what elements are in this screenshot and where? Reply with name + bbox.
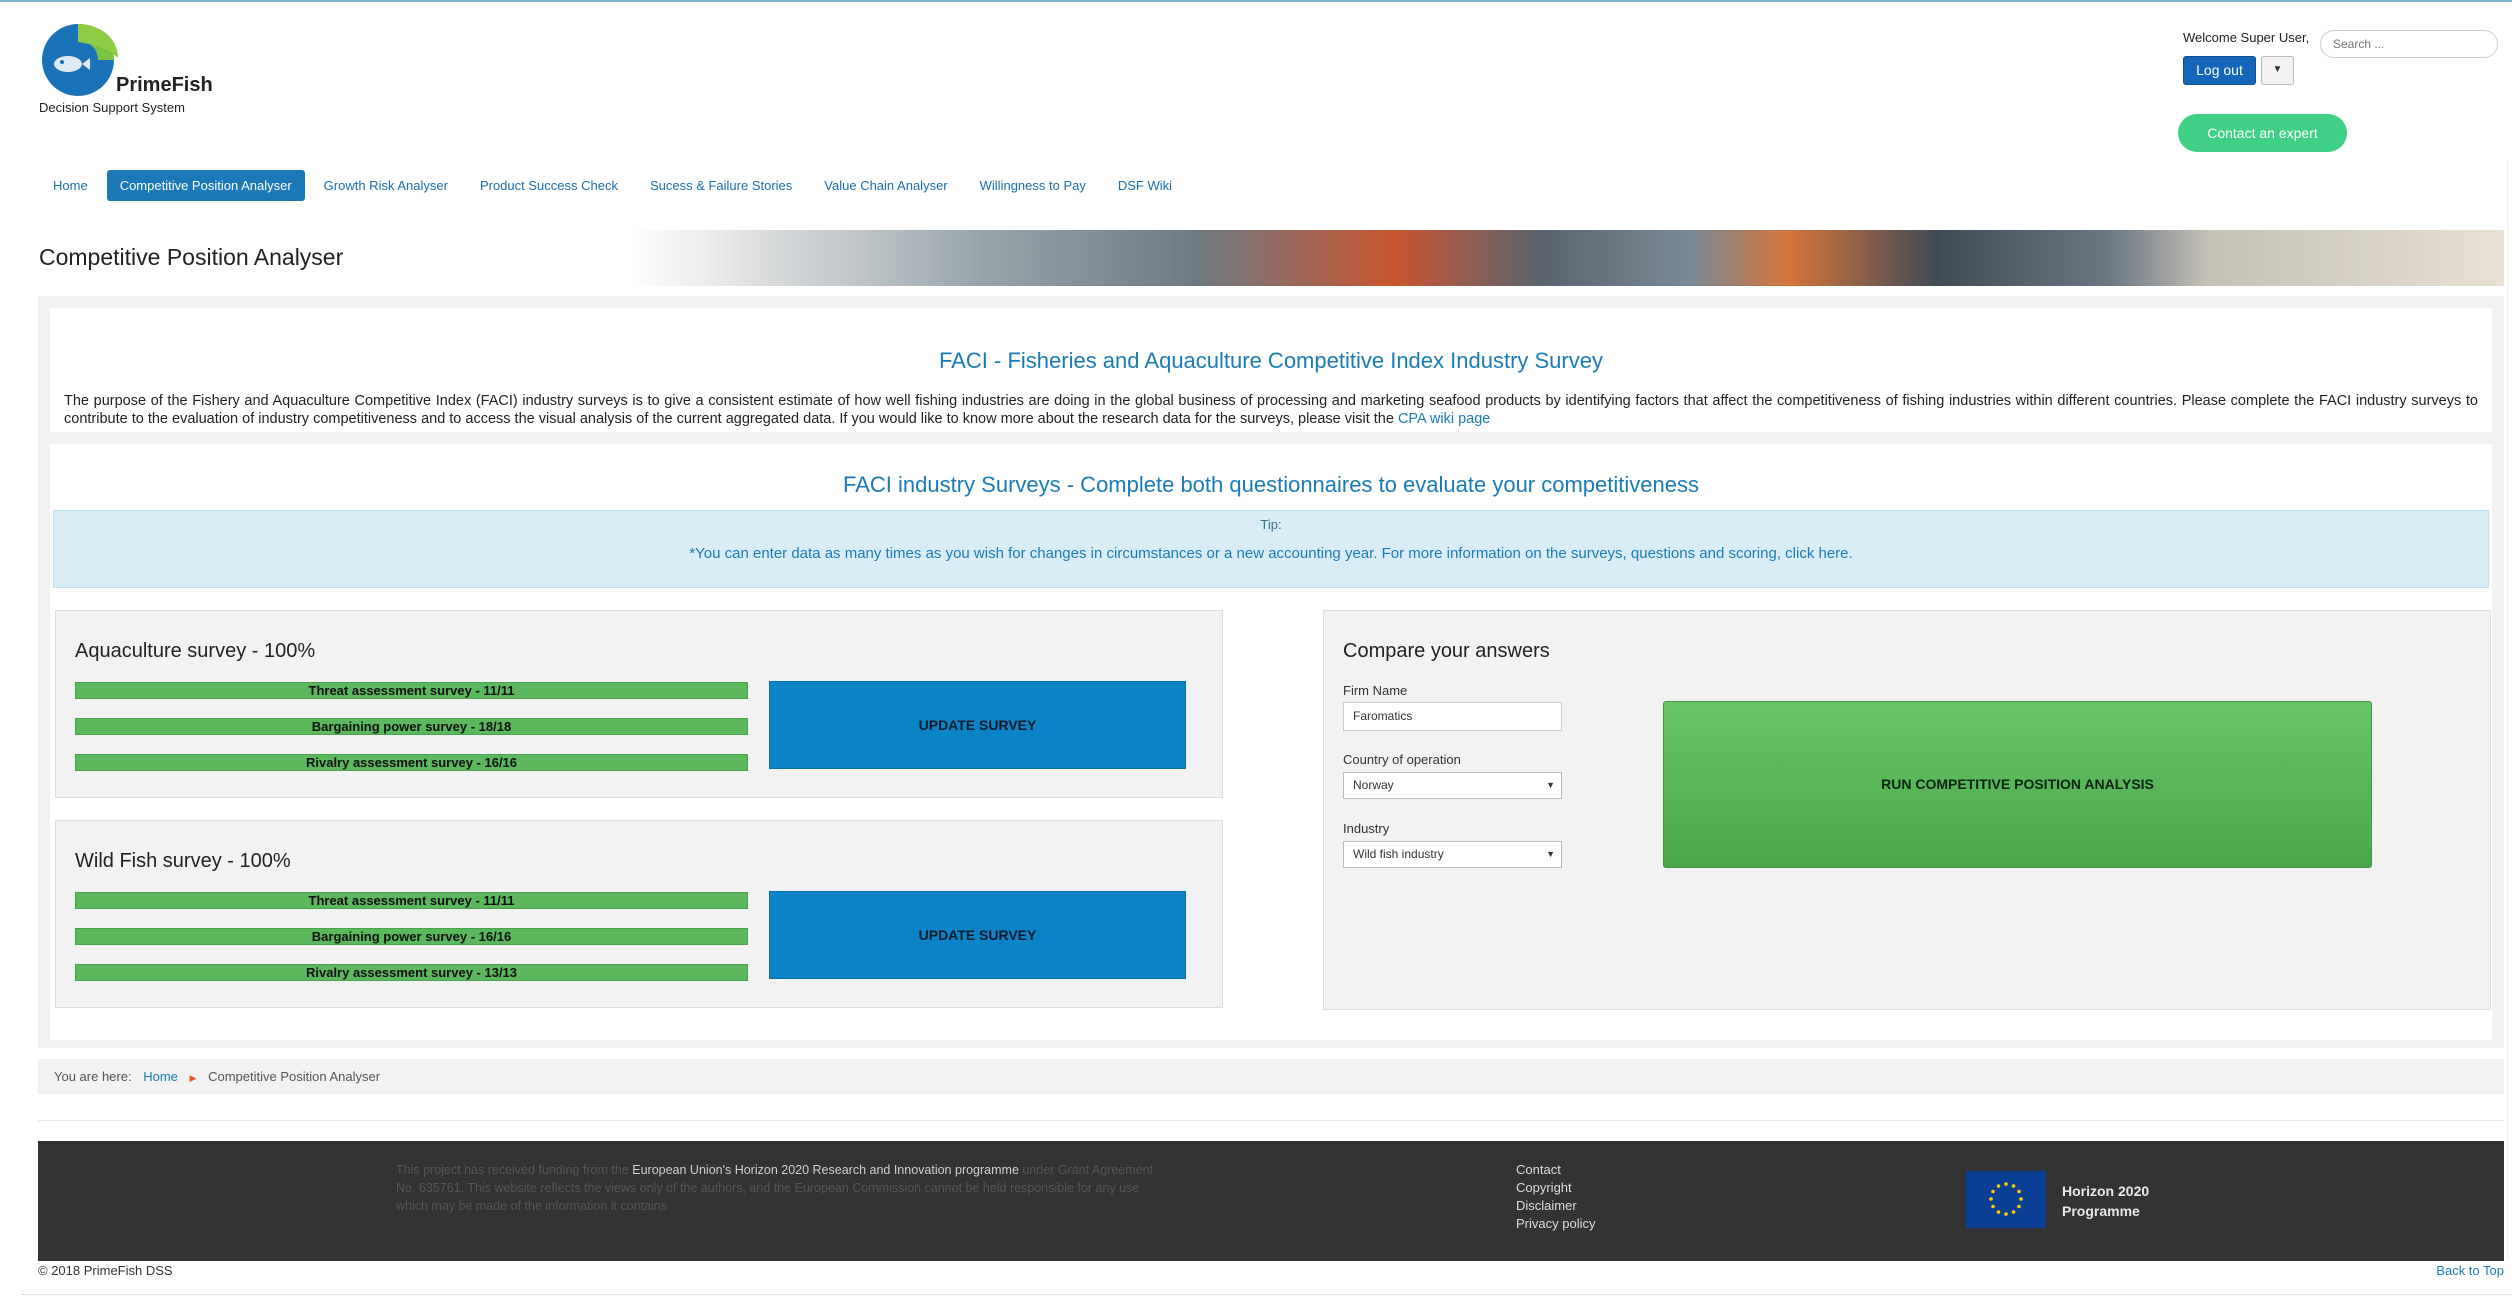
surveys-title: FACI industry Surveys - Complete both qu… bbox=[843, 472, 1699, 497]
faci-description: The purpose of the Fishery and Aquacultu… bbox=[64, 392, 2478, 428]
welcome-text: Welcome Super User, bbox=[2183, 30, 2310, 45]
logo-yin-yang-icon bbox=[42, 24, 118, 96]
page-banner: Competitive Position Analyser bbox=[38, 230, 2504, 286]
surveys-card: FACI industry Surveys - Complete both qu… bbox=[50, 444, 2492, 1040]
compare-title: Compare your answers bbox=[1343, 640, 1550, 662]
nav-willingness-to-pay[interactable]: Willingness to Pay bbox=[967, 170, 1099, 201]
caret-down-icon: ▼ bbox=[2272, 64, 2283, 75]
footer-disclaimer-link[interactable]: Disclaimer bbox=[1516, 1197, 1595, 1215]
logout-button[interactable]: Log out bbox=[2183, 56, 2256, 85]
aquaculture-bargaining-progress: Bargaining power survey - 18/18 bbox=[75, 718, 748, 735]
nav-competitive-position-analyser[interactable]: Competitive Position Analyser bbox=[106, 170, 305, 201]
wildfish-survey-panel: Wild Fish survey - 100% Threat assessmen… bbox=[55, 820, 1223, 1008]
tip-label: Tip: bbox=[1260, 517, 1282, 532]
horizon-line-2: Programme bbox=[2062, 1203, 2140, 1219]
industry-label: Industry bbox=[1343, 821, 1390, 836]
nav-value-chain-analyser[interactable]: Value Chain Analyser bbox=[811, 170, 960, 201]
funding-programme: European Union's Horizon 2020 Research a… bbox=[632, 1163, 1019, 1177]
aquaculture-survey-panel: Aquaculture survey - 100% Threat assessm… bbox=[55, 610, 1223, 798]
user-menu-toggle[interactable]: ▼ bbox=[2261, 56, 2294, 85]
nav-success-failure-stories[interactable]: Sucess & Failure Stories bbox=[637, 170, 805, 201]
tip-box: Tip: *You can enter data as many times a… bbox=[53, 510, 2489, 588]
horizon-line-1: Horizon 2020 bbox=[2062, 1183, 2150, 1199]
wildfish-threat-progress: Threat assessment survey - 11/11 bbox=[75, 892, 748, 909]
contact-expert-button[interactable]: Contact an expert bbox=[2178, 114, 2347, 152]
footer-contact-link[interactable]: Contact bbox=[1516, 1161, 1595, 1179]
horizon-label: Horizon 2020 Programme bbox=[2062, 1181, 2149, 1221]
top-border bbox=[0, 0, 2512, 2]
cpa-wiki-link[interactable]: CPA wiki page bbox=[1398, 411, 1490, 427]
breadcrumb-prefix: You are here: bbox=[54, 1069, 132, 1084]
compare-answers-panel: Compare your answers Firm Name Faromatic… bbox=[1323, 610, 2491, 1010]
footer-links: Contact Copyright Disclaimer Privacy pol… bbox=[1516, 1161, 1595, 1233]
wildfish-update-survey-button[interactable]: UPDATE SURVEY bbox=[769, 891, 1186, 979]
industry-select-value: Wild fish industry bbox=[1353, 847, 1444, 861]
main-nav: Home Competitive Position Analyser Growt… bbox=[40, 170, 1185, 201]
intro-card: FACI - Fisheries and Aquaculture Competi… bbox=[50, 308, 2492, 432]
wildfish-survey-title: Wild Fish survey - 100% bbox=[75, 850, 291, 872]
main-content: FACI - Fisheries and Aquaculture Competi… bbox=[38, 296, 2504, 1048]
footer-privacy-link[interactable]: Privacy policy bbox=[1516, 1215, 1595, 1233]
nav-home[interactable]: Home bbox=[40, 170, 101, 201]
search-input[interactable] bbox=[2320, 30, 2498, 58]
wildfish-bargaining-progress: Bargaining power survey - 16/16 bbox=[75, 928, 748, 945]
nav-product-success-check[interactable]: Product Success Check bbox=[467, 170, 631, 201]
divider bbox=[38, 1120, 2504, 1121]
breadcrumb-separator-icon: ▶ bbox=[189, 1073, 197, 1083]
tip-text[interactable]: *You can enter data as many times as you… bbox=[54, 545, 2488, 562]
primefish-logo[interactable]: PrimeFish Decision Support System bbox=[38, 20, 238, 116]
country-label: Country of operation bbox=[1343, 752, 1461, 767]
country-select[interactable]: Norway ▼ bbox=[1343, 772, 1562, 799]
firm-name-input[interactable]: Faromatics bbox=[1343, 702, 1562, 731]
run-analysis-button[interactable]: RUN COMPETITIVE POSITION ANALYSIS bbox=[1663, 701, 2372, 868]
eu-flag-icon bbox=[1966, 1171, 2046, 1228]
funding-text-1: This project has received funding from t… bbox=[396, 1163, 629, 1177]
breadcrumb-home-link[interactable]: Home bbox=[143, 1069, 178, 1084]
industry-select[interactable]: Wild fish industry ▼ bbox=[1343, 841, 1562, 868]
select-arrow-icon: ▼ bbox=[1546, 780, 1555, 790]
aquaculture-survey-title: Aquaculture survey - 100% bbox=[75, 640, 316, 662]
nav-dsf-wiki[interactable]: DSF Wiki bbox=[1105, 170, 1185, 201]
page-title: Competitive Position Analyser bbox=[39, 244, 344, 270]
brand-subtitle: Decision Support System bbox=[39, 100, 185, 115]
nav-growth-risk-analyser[interactable]: Growth Risk Analyser bbox=[311, 170, 461, 201]
wildfish-rivalry-progress: Rivalry assessment survey - 13/13 bbox=[75, 964, 748, 981]
funding-notice: This project has received funding from t… bbox=[396, 1161, 1156, 1215]
breadcrumb-current: Competitive Position Analyser bbox=[208, 1069, 381, 1084]
faci-description-text: The purpose of the Fishery and Aquacultu… bbox=[64, 393, 2478, 427]
aquaculture-threat-progress: Threat assessment survey - 11/11 bbox=[75, 682, 748, 699]
faci-title: FACI - Fisheries and Aquaculture Competi… bbox=[939, 348, 1603, 373]
select-arrow-icon: ▼ bbox=[1546, 849, 1555, 859]
aquaculture-rivalry-progress: Rivalry assessment survey - 16/16 bbox=[75, 754, 748, 771]
aquaculture-update-survey-button[interactable]: UPDATE SURVEY bbox=[769, 681, 1186, 769]
back-to-top-link[interactable]: Back to Top bbox=[2436, 1263, 2504, 1278]
breadcrumb: You are here: Home ▶ Competitive Positio… bbox=[38, 1059, 2504, 1094]
bottom-dotted-line bbox=[22, 1294, 2512, 1295]
copyright-text: © 2018 PrimeFish DSS bbox=[38, 1263, 173, 1278]
country-select-value: Norway bbox=[1353, 778, 1394, 792]
firm-name-label: Firm Name bbox=[1343, 683, 1408, 698]
right-edge-line bbox=[2507, 160, 2508, 1260]
brand-name: PrimeFish bbox=[116, 74, 213, 96]
footer: This project has received funding from t… bbox=[38, 1141, 2504, 1261]
footer-copyright-link[interactable]: Copyright bbox=[1516, 1179, 1595, 1197]
